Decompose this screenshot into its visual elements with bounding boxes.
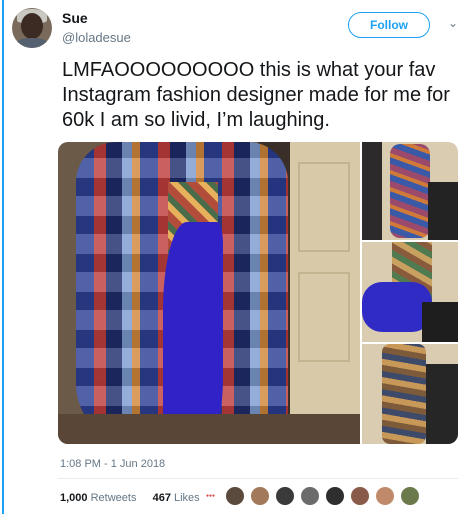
liker-avatar[interactable] bbox=[375, 486, 396, 506]
liker-avatar[interactable] bbox=[275, 486, 296, 506]
tweet-timestamp[interactable]: 1:08 PM - 1 Jun 2018 bbox=[60, 458, 165, 470]
author-name[interactable]: Sue bbox=[62, 10, 88, 26]
likers-avatars: ●●● bbox=[206, 486, 425, 506]
liker-avatar[interactable] bbox=[400, 486, 421, 506]
liker-avatar[interactable] bbox=[300, 486, 321, 506]
photo-thumb-2[interactable] bbox=[362, 242, 458, 342]
author-handle[interactable]: @loladesue bbox=[62, 30, 131, 45]
avatar[interactable] bbox=[12, 8, 52, 48]
tweet-media bbox=[58, 142, 458, 444]
tweet-stats: 1,000 Retweets 467 Likes bbox=[60, 492, 200, 504]
chevron-down-icon[interactable]: ⌄ bbox=[448, 16, 458, 30]
liker-avatar[interactable] bbox=[325, 486, 346, 506]
likers-tiny-icon: ●●● bbox=[206, 493, 216, 499]
retweets-label[interactable]: Retweets bbox=[91, 492, 137, 504]
follow-button[interactable]: Follow bbox=[348, 12, 430, 38]
tweet-text: LMFAOOOOOOOOO this is what your fav Inst… bbox=[62, 59, 450, 131]
photo-thumb-3[interactable] bbox=[362, 344, 458, 444]
liker-avatar[interactable] bbox=[225, 486, 246, 506]
divider bbox=[58, 478, 458, 479]
thread-rule bbox=[2, 0, 4, 514]
likes-label[interactable]: Likes bbox=[174, 492, 200, 504]
photo-main[interactable] bbox=[58, 142, 360, 444]
retweets-count[interactable]: 1,000 bbox=[60, 492, 88, 504]
likes-count[interactable]: 467 bbox=[153, 492, 171, 504]
liker-avatar[interactable] bbox=[250, 486, 271, 506]
photo-thumb-1[interactable] bbox=[362, 142, 458, 240]
liker-avatar[interactable] bbox=[350, 486, 371, 506]
